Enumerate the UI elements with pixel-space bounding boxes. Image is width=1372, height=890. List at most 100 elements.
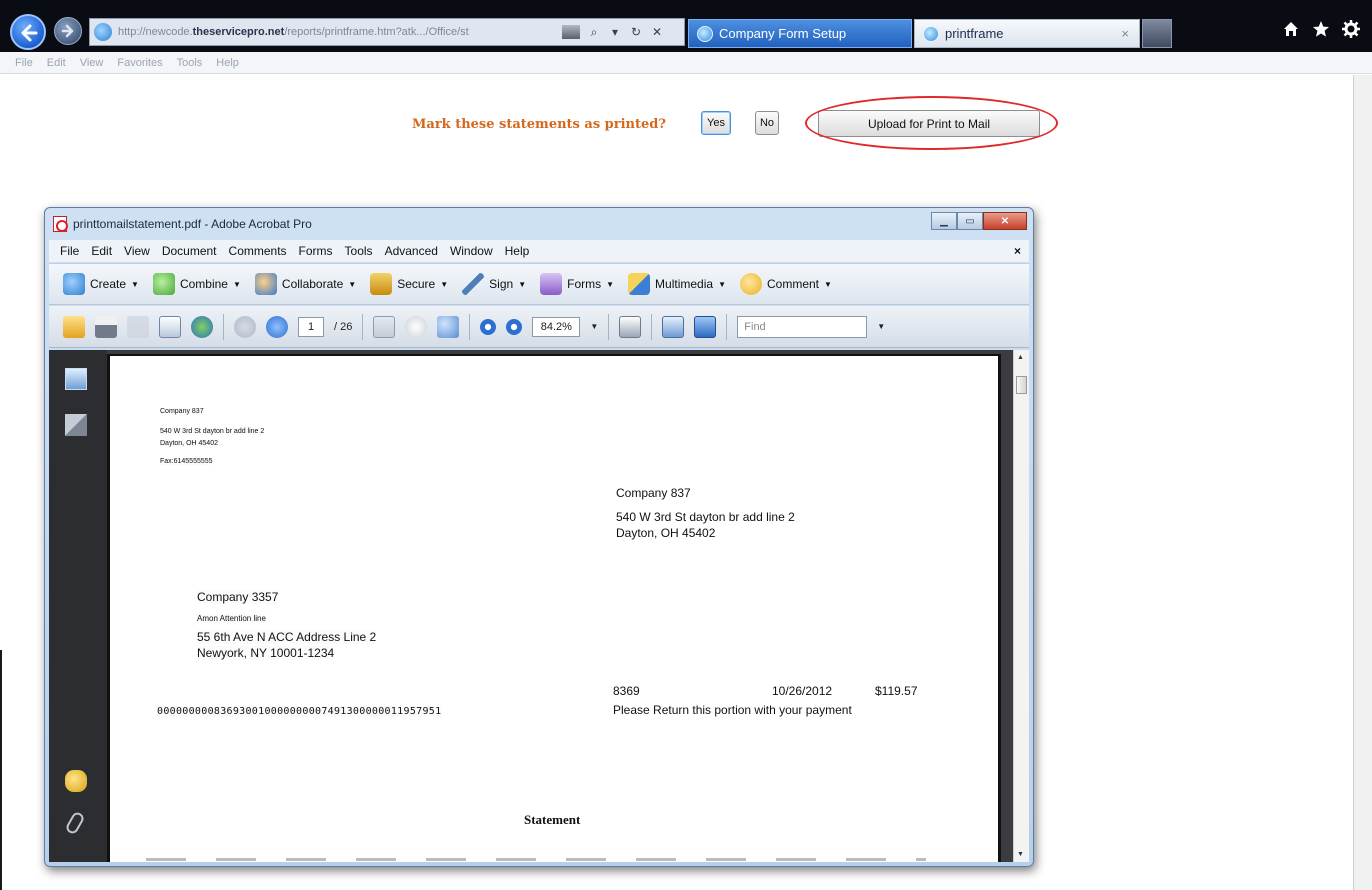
previous-page-icon[interactable] [234, 315, 256, 338]
acro-menu-comments[interactable]: Comments [223, 244, 293, 258]
page-display-icon[interactable] [619, 315, 642, 338]
tab-company-form-setup[interactable]: Company Form Setup [688, 19, 912, 48]
multimedia-icon [628, 273, 651, 295]
forms-label: Forms [567, 277, 602, 291]
multimedia-button[interactable]: Multimedia ▼ [628, 273, 726, 295]
share-icon[interactable] [191, 315, 213, 338]
yes-button[interactable]: Yes [701, 111, 731, 135]
compatibility-view-icon[interactable] [562, 25, 580, 39]
back-button[interactable] [10, 14, 46, 50]
maximize-icon[interactable]: ▭ [957, 212, 983, 230]
select-tool-icon[interactable] [373, 315, 396, 338]
acro-menu-file[interactable]: File [54, 244, 85, 258]
chevron-down-icon: ▼ [824, 279, 832, 289]
zoom-out-icon[interactable] [480, 318, 497, 335]
refresh-icon[interactable]: ↻ [629, 25, 643, 39]
address-bar[interactable]: http://newcode.theservicepro.net/reports… [89, 18, 685, 46]
print-icon[interactable] [95, 315, 117, 338]
recipient-address2: Newyork, NY 10001-1234 [197, 646, 335, 660]
collaborate-button[interactable]: Collaborate ▼ [254, 273, 357, 295]
sign-button[interactable]: Sign ▼ [462, 273, 526, 295]
acro-menu-view[interactable]: View [118, 244, 156, 258]
menu-view[interactable]: View [73, 57, 111, 69]
acrobat-titlebar: printtomailstatement.pdf - Adobe Acrobat… [45, 208, 1033, 240]
combine-icon [152, 273, 175, 295]
account-number: 8369 [613, 684, 640, 698]
find-dropdown-icon[interactable]: ▼ [877, 322, 885, 331]
no-button[interactable]: No [755, 111, 779, 135]
menu-help[interactable]: Help [209, 57, 246, 69]
scroll-down-icon[interactable]: ▼ [1017, 851, 1024, 858]
acro-menu-window[interactable]: Window [444, 244, 499, 258]
close-icon[interactable]: ✕ [983, 212, 1027, 230]
pdf-file-icon [53, 216, 68, 232]
acro-menu-tools[interactable]: Tools [339, 244, 379, 258]
chevron-down-icon: ▼ [606, 279, 615, 289]
forms-icon [540, 273, 563, 295]
zoom-in-icon[interactable] [506, 318, 523, 335]
menu-tools[interactable]: Tools [170, 57, 210, 69]
page-number-input[interactable]: 1 [298, 316, 324, 337]
acro-menu-edit[interactable]: Edit [85, 244, 118, 258]
document-scrollbar[interactable]: ▲ ▼ [1013, 350, 1029, 862]
acro-menu-advanced[interactable]: Advanced [379, 244, 444, 258]
tab-close-icon[interactable]: × [1121, 26, 1129, 41]
acro-menu-document[interactable]: Document [156, 244, 223, 258]
attachments-icon[interactable] [64, 810, 86, 836]
stop-icon[interactable]: ✕ [650, 25, 664, 39]
email-icon[interactable] [159, 315, 181, 338]
combine-button[interactable]: Combine ▼ [152, 273, 241, 295]
next-page-icon[interactable] [266, 315, 288, 338]
pages-panel-icon[interactable] [65, 368, 87, 390]
tab-label: printframe [945, 26, 1004, 41]
chevron-down-icon: ▼ [348, 279, 357, 289]
menu-edit[interactable]: Edit [40, 57, 73, 69]
home-icon[interactable] [1282, 20, 1300, 43]
acro-menu-help[interactable]: Help [499, 244, 536, 258]
forms-button[interactable]: Forms ▼ [540, 273, 614, 295]
acro-menu-forms[interactable]: Forms [293, 244, 339, 258]
sender-address1: 540 W 3rd St dayton br add line 2 [160, 428, 265, 435]
search-dropdown-icon[interactable]: ▾ [608, 25, 622, 39]
save-icon[interactable] [127, 315, 149, 338]
open-folder-icon[interactable] [63, 315, 85, 338]
comment-button[interactable]: Comment ▼ [739, 273, 832, 295]
marquee-zoom-icon[interactable] [437, 315, 460, 338]
acrobat-title: printtomailstatement.pdf - Adobe Acrobat… [73, 217, 312, 231]
full-screen-icon[interactable] [694, 315, 717, 338]
document-area: Company 837 540 W 3rd St dayton br add l… [107, 350, 1013, 862]
find-input[interactable]: Find [737, 315, 868, 338]
chevron-down-icon: ▼ [518, 279, 527, 289]
arrow-left-icon [21, 24, 38, 42]
document-close-icon[interactable]: × [1014, 244, 1021, 258]
forward-button[interactable] [54, 17, 82, 45]
signatures-panel-icon[interactable] [65, 414, 87, 436]
tab-printframe[interactable]: printframe × [914, 19, 1140, 48]
minimize-icon[interactable]: ▁ [931, 212, 957, 230]
scroll-thumb[interactable] [1016, 376, 1027, 394]
star-icon[interactable] [1312, 20, 1330, 43]
fit-page-icon[interactable] [662, 315, 685, 338]
comment-label: Comment [766, 277, 819, 291]
zoom-dropdown-icon[interactable]: ▼ [590, 322, 598, 331]
secure-label: Secure [397, 277, 436, 291]
tab-label: Company Form Setup [719, 26, 847, 41]
menu-favorites[interactable]: Favorites [110, 57, 169, 69]
gear-icon[interactable] [1342, 20, 1360, 43]
new-tab-button[interactable] [1142, 19, 1172, 48]
address-text[interactable]: http://newcode.theservicepro.net/reports… [118, 26, 556, 38]
create-pdf-icon [63, 273, 85, 295]
address-path: /reports/printframe.htm?atk.../Office/st [284, 26, 469, 38]
comments-panel-icon[interactable] [65, 770, 87, 792]
create-button[interactable]: Create ▼ [63, 273, 139, 295]
address-domain: theservicepro.net [192, 26, 285, 38]
window-controls: ▁ ▭ ✕ [931, 212, 1027, 230]
secure-button[interactable]: Secure ▼ [370, 273, 448, 295]
scroll-up-icon[interactable]: ▲ [1017, 354, 1024, 361]
zoom-level-input[interactable]: 84.2% [532, 316, 581, 337]
page-scrollbar[interactable] [1353, 75, 1372, 890]
search-icon[interactable]: ⌕ [587, 25, 601, 39]
menu-file[interactable]: File [8, 57, 40, 69]
sender-address2: Dayton, OH 45402 [160, 440, 218, 447]
hand-tool-icon[interactable] [405, 315, 428, 338]
